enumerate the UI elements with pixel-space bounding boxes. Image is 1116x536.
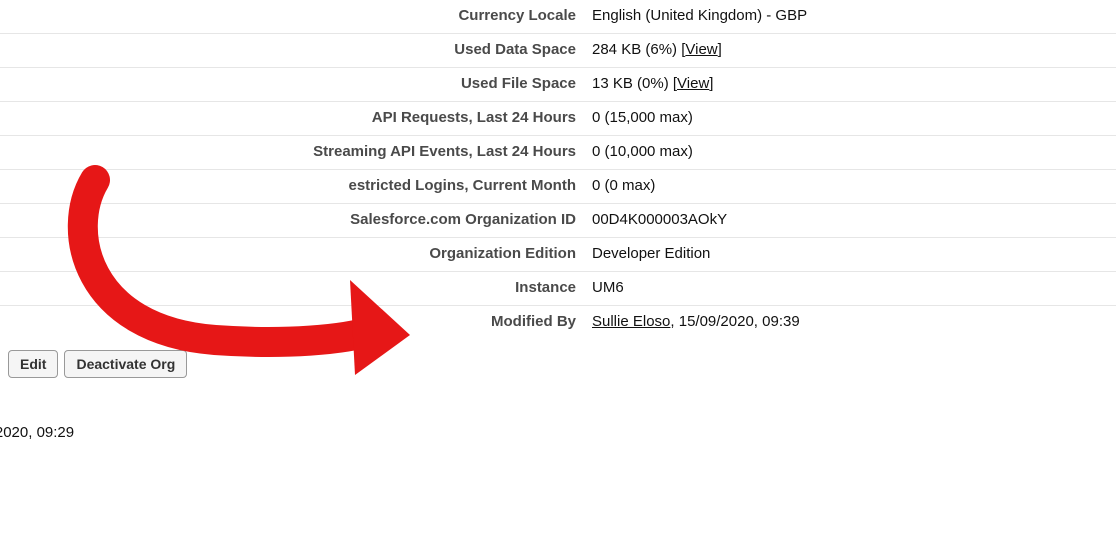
label-org-id: Salesforce.com Organization ID	[0, 210, 592, 230]
value-currency-locale: English (United Kingdom) - GBP	[592, 6, 1116, 26]
value-used-data-space: 284 KB (6%) [View]	[592, 40, 1116, 60]
view-file-space-link[interactable]: View	[677, 75, 709, 92]
deactivate-org-button[interactable]: Deactivate Org	[64, 350, 187, 378]
row-streaming-api: Streaming API Events, Last 24 Hours 0 (1…	[0, 136, 1116, 170]
button-bar: Edit Deactivate Org	[0, 340, 1116, 378]
value-instance: UM6	[592, 278, 1116, 298]
org-detail-table: Currency Locale English (United Kingdom)…	[0, 0, 1116, 378]
row-currency-locale: Currency Locale English (United Kingdom)…	[0, 0, 1116, 34]
value-org-edition: Developer Edition	[592, 244, 1116, 264]
label-org-edition: Organization Edition	[0, 244, 592, 264]
modified-by-date: , 15/09/2020, 09:39	[670, 313, 799, 330]
row-instance: Instance UM6	[0, 272, 1116, 306]
row-used-data-space: Used Data Space 284 KB (6%) [View]	[0, 34, 1116, 68]
value-api-requests: 0 (15,000 max)	[592, 108, 1116, 128]
value-restricted-logins: 0 (0 max)	[592, 176, 1116, 196]
used-data-space-text: 284 KB (6%) [	[592, 41, 685, 58]
edit-button[interactable]: Edit	[8, 350, 58, 378]
label-streaming-api: Streaming API Events, Last 24 Hours	[0, 142, 592, 162]
row-modified-by: Modified By Sullie Eloso, 15/09/2020, 09…	[0, 306, 1116, 340]
view-data-space-link[interactable]: View	[685, 41, 717, 58]
row-used-file-space: Used File Space 13 KB (0%) [View]	[0, 68, 1116, 102]
label-currency-locale: Currency Locale	[0, 6, 592, 26]
row-restricted-logins: estricted Logins, Current Month 0 (0 max…	[0, 170, 1116, 204]
value-used-file-space: 13 KB (0%) [View]	[592, 74, 1116, 94]
label-used-data-space: Used Data Space	[0, 40, 592, 60]
label-used-file-space: Used File Space	[0, 74, 592, 94]
created-date-fragment: '2020, 09:29	[0, 424, 74, 441]
value-modified-by: Sullie Eloso, 15/09/2020, 09:39	[592, 312, 1116, 332]
used-file-space-suffix: ]	[709, 75, 713, 92]
row-api-requests: API Requests, Last 24 Hours 0 (15,000 ma…	[0, 102, 1116, 136]
value-org-id: 00D4K000003AOkY	[592, 210, 1116, 230]
used-file-space-text: 13 KB (0%) [	[592, 75, 677, 92]
value-streaming-api: 0 (10,000 max)	[592, 142, 1116, 162]
label-restricted-logins: estricted Logins, Current Month	[0, 176, 592, 196]
row-org-id: Salesforce.com Organization ID 00D4K0000…	[0, 204, 1116, 238]
row-org-edition: Organization Edition Developer Edition	[0, 238, 1116, 272]
used-data-space-suffix: ]	[718, 41, 722, 58]
modified-by-user-link[interactable]: Sullie Eloso	[592, 313, 670, 330]
label-api-requests: API Requests, Last 24 Hours	[0, 108, 592, 128]
label-modified-by: Modified By	[0, 312, 592, 332]
label-instance: Instance	[0, 278, 592, 298]
